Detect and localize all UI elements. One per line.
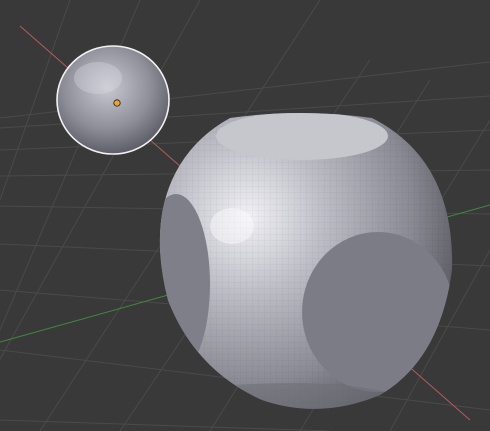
3d-viewport[interactable]: [0, 0, 490, 431]
cube-top-face: [216, 113, 388, 160]
rounded-cube[interactable]: [142, 100, 460, 430]
cube-left-face: [159, 194, 210, 374]
viewport-canvas[interactable]: [0, 0, 490, 431]
object-origin-point: [113, 99, 121, 107]
cube-right-face: [302, 232, 453, 392]
small-sphere[interactable]: [56, 45, 170, 155]
